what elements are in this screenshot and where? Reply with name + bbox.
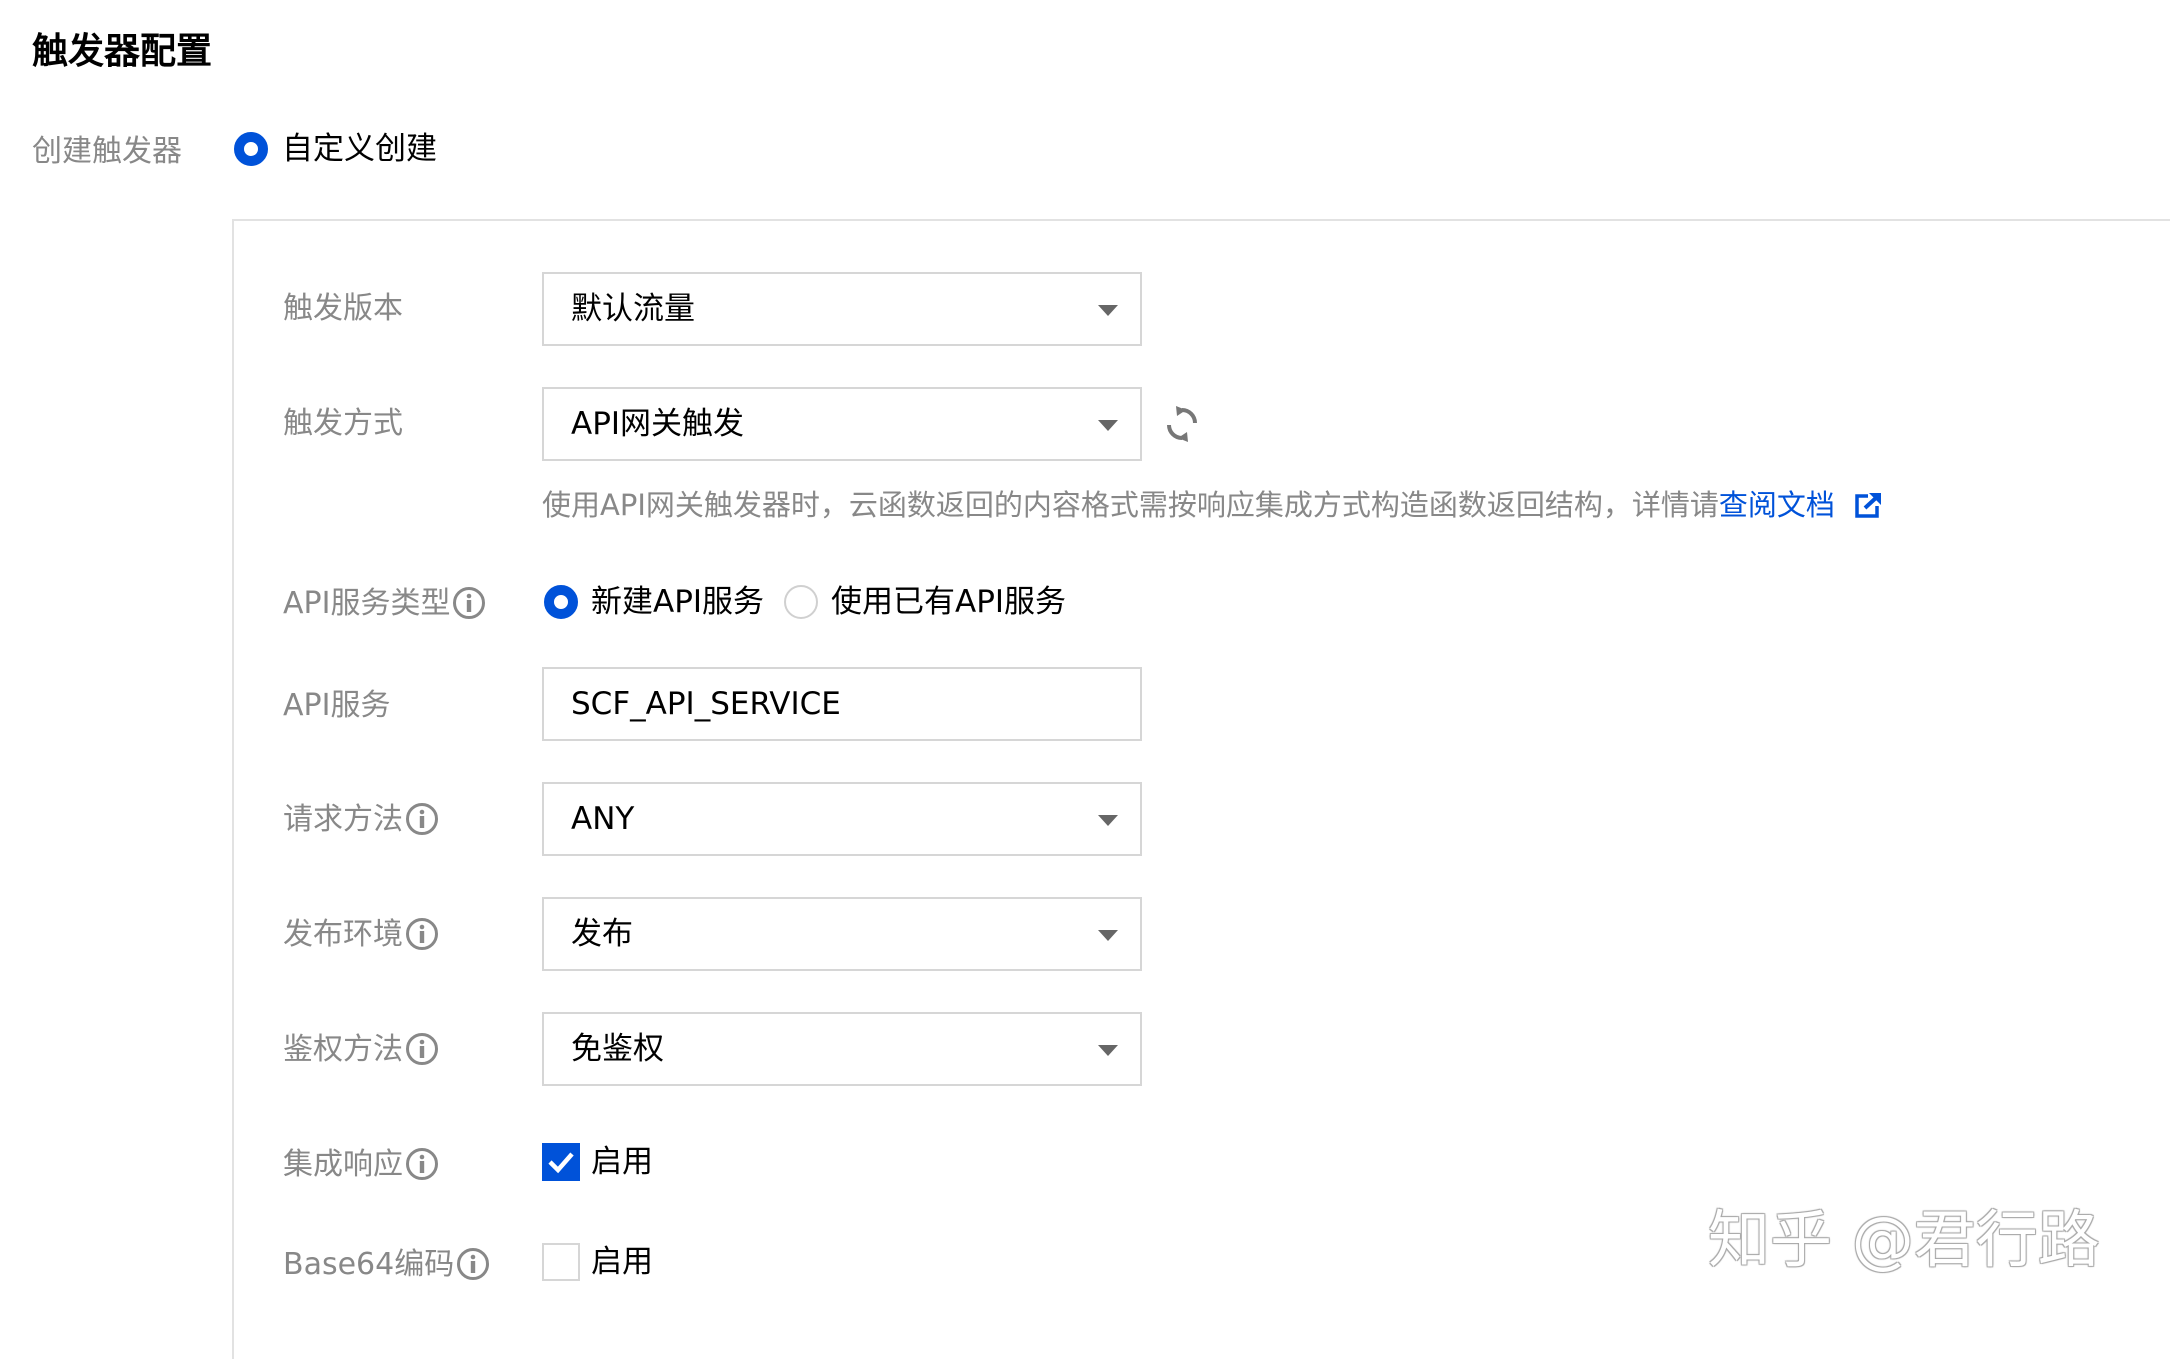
- auth-method-select[interactable]: 免鉴权: [542, 1012, 1142, 1086]
- chevron-down-icon: [1098, 1045, 1118, 1056]
- api-gateway-hint: 使用API网关触发器时，云函数返回的内容格式需按响应集成方式构造函数返回结构，详…: [542, 485, 1883, 529]
- base64-label: Base64编码: [283, 1245, 490, 1292]
- integrated-response-checkbox[interactable]: [542, 1143, 580, 1181]
- base64-checkbox[interactable]: [542, 1243, 580, 1281]
- publish-env-value: 发布: [571, 916, 633, 952]
- chevron-down-icon: [1098, 930, 1118, 941]
- api-service-type-label: API服务类型: [283, 584, 486, 631]
- publish-env-label: 发布环境: [283, 915, 439, 962]
- publish-env-select[interactable]: 发布: [542, 897, 1142, 971]
- base64-enable-label[interactable]: 启用: [591, 1242, 653, 1282]
- publish-env-text: 发布环境: [283, 917, 403, 952]
- new-api-service-radio[interactable]: [544, 585, 578, 619]
- trigger-method-label: 触发方式: [283, 406, 403, 441]
- section-title: 触发器配置: [32, 31, 213, 72]
- api-service-input[interactable]: SCF_API_SERVICE: [542, 667, 1142, 741]
- chevron-down-icon: [1098, 305, 1118, 316]
- request-method-value: ANY: [571, 801, 635, 837]
- auth-method-text: 鉴权方法: [283, 1032, 403, 1067]
- trigger-config-panel: [232, 219, 2170, 1359]
- integrated-response-text: 集成响应: [283, 1147, 403, 1182]
- watermark: 知乎 @君行路: [1708, 1203, 2100, 1276]
- trigger-version-value: 默认流量: [571, 291, 695, 327]
- auth-method-value: 免鉴权: [571, 1031, 664, 1067]
- api-service-label: API服务: [283, 688, 391, 723]
- api-service-value: SCF_API_SERVICE: [571, 686, 841, 722]
- api-service-type-text: API服务类型: [283, 586, 451, 621]
- info-icon[interactable]: [405, 802, 439, 847]
- request-method-label: 请求方法: [283, 800, 439, 847]
- external-link-icon[interactable]: [1854, 489, 1883, 529]
- custom-create-radio[interactable]: [234, 132, 268, 166]
- request-method-select[interactable]: ANY: [542, 782, 1142, 856]
- trigger-method-value: API网关触发: [571, 406, 745, 442]
- existing-api-service-radio[interactable]: [784, 585, 818, 619]
- refresh-icon[interactable]: [1164, 404, 1200, 444]
- info-icon[interactable]: [456, 1247, 490, 1292]
- info-icon[interactable]: [405, 917, 439, 962]
- trigger-version-select[interactable]: 默认流量: [542, 272, 1142, 346]
- new-api-service-label[interactable]: 新建API服务: [591, 582, 764, 622]
- auth-method-label: 鉴权方法: [283, 1030, 439, 1077]
- chevron-down-icon: [1098, 420, 1118, 431]
- base64-text: Base64编码: [283, 1247, 455, 1282]
- chevron-down-icon: [1098, 815, 1118, 826]
- existing-api-service-label[interactable]: 使用已有API服务: [831, 582, 1066, 622]
- check-icon: [548, 1152, 574, 1174]
- integrated-response-label: 集成响应: [283, 1145, 439, 1192]
- integrated-response-enable-label[interactable]: 启用: [591, 1142, 653, 1182]
- trigger-method-select[interactable]: API网关触发: [542, 387, 1142, 461]
- request-method-text: 请求方法: [283, 802, 403, 837]
- info-icon[interactable]: [452, 586, 486, 631]
- info-icon[interactable]: [405, 1147, 439, 1192]
- custom-create-label[interactable]: 自定义创建: [282, 129, 437, 169]
- view-docs-link[interactable]: 查阅文档: [1719, 488, 1835, 522]
- trigger-version-label: 触发版本: [283, 291, 403, 326]
- info-icon[interactable]: [405, 1032, 439, 1077]
- hint-text: 使用API网关触发器时，云函数返回的内容格式需按响应集成方式构造函数返回结构，详…: [542, 488, 1719, 522]
- create-trigger-label: 创建触发器: [32, 134, 182, 169]
